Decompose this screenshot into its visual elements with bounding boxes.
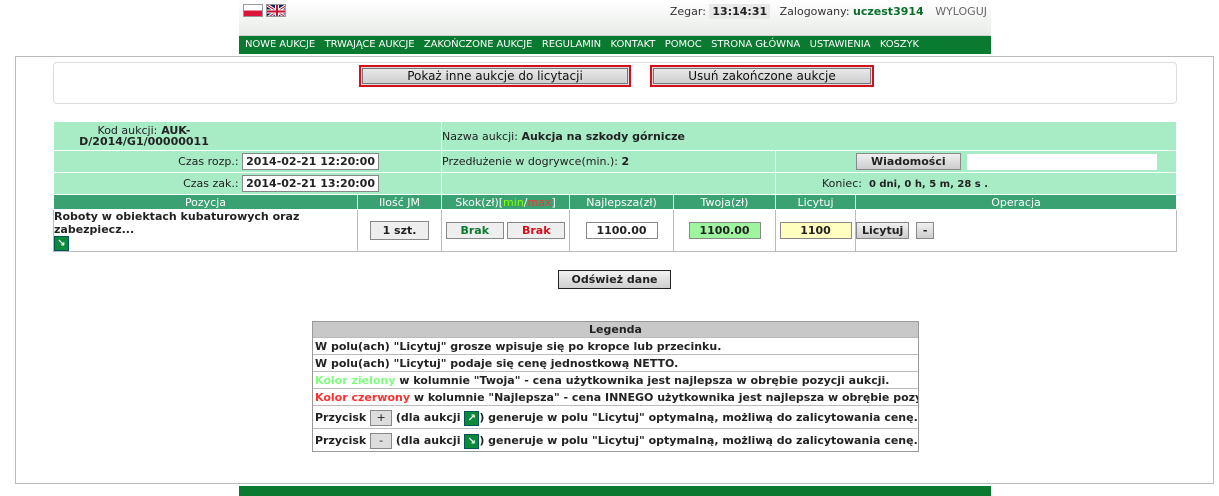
- remove-finished-button[interactable]: Usuń zakończone aukcje: [653, 68, 871, 84]
- legend-line-5: Przycisk + (dla aukcji ↗) generuje w pol…: [313, 405, 918, 428]
- legend-line-3-text: w kolumnie "Twoja" - cena użytkownika je…: [395, 374, 890, 387]
- messages-cell: Wiadomości: [775, 150, 1177, 173]
- empty-cell: [441, 172, 776, 195]
- messages-field[interactable]: [967, 154, 1158, 170]
- table-row: Roboty w obiektach kubaturowych oraz zab…: [53, 209, 1177, 252]
- col-step-end: ]: [551, 195, 556, 209]
- refresh-button[interactable]: Odśwież dane: [558, 270, 671, 289]
- bid-input[interactable]: 1100: [779, 222, 852, 239]
- col-position: Pozycja: [53, 194, 358, 210]
- nav-rules[interactable]: REGULAMIN: [542, 39, 601, 50]
- english-flag-icon[interactable]: [266, 4, 286, 17]
- legend-line-6: Przycisk - (dla aukcji ↘) generuje w pol…: [313, 428, 918, 451]
- step-max-value: Brak: [507, 222, 566, 239]
- yours-cell: 1100.00: [673, 209, 776, 252]
- top-header: Zegar: 13:14:31 Zalogowany: uczest3914 W…: [239, 0, 991, 36]
- legend-title: Legenda: [313, 322, 918, 337]
- extension-label: Przedłużenie w dogrywce(min.):: [442, 155, 618, 168]
- col-step-label: Skok(zł)[: [455, 195, 504, 209]
- legend-green-label: Kolor zielony: [315, 374, 396, 387]
- nav-home[interactable]: STRONA GŁÓWNA: [711, 39, 800, 50]
- nav-ongoing-auctions[interactable]: TRWAJĄCE AUKCJE: [325, 39, 415, 50]
- username: uczest3914: [853, 5, 924, 18]
- auction-code-cell: Kod aukcji: AUK-D/2014/G1/00000011: [53, 121, 442, 151]
- extension-cell: Przedłużenie w dogrywce(min.): 2: [441, 150, 776, 173]
- legend-line-3: Kolor zielony w kolumnie "Twoja" - cena …: [313, 371, 918, 388]
- position-name: Roboty w obiektach kubaturowych oraz zab…: [54, 210, 300, 236]
- legend-red-label: Kolor czerwony: [315, 391, 410, 404]
- expand-arrow-icon[interactable]: ↘: [54, 236, 69, 251]
- legend-button-label: Przycisk: [315, 411, 367, 424]
- nav-cart[interactable]: KOSZYK: [880, 39, 919, 50]
- remaining-label: Koniec:: [822, 177, 862, 190]
- collapse-arrow-icon: ↘: [464, 434, 480, 449]
- operation-cell: Licytuj -: [855, 209, 1177, 252]
- legend-line-4: Kolor czerwony w kolumnie "Najlepsza" - …: [313, 388, 918, 405]
- legend-button-label: Przycisk: [315, 434, 367, 447]
- end-time-field: 2014-02-21 13:20:00: [242, 175, 379, 192]
- col-yours: Twoja(zł): [673, 194, 776, 210]
- legend-line-2: W polu(ach) "Licytuj" podaje się cenę je…: [313, 354, 918, 371]
- logged-label: Zalogowany:: [779, 5, 850, 18]
- minus-button[interactable]: -: [915, 222, 935, 239]
- col-step-max: max: [527, 195, 552, 209]
- nav-help[interactable]: POMOC: [665, 39, 702, 50]
- col-step-min: min: [503, 195, 524, 209]
- legend-line-1: W polu(ach) "Licytuj" grosze wpisuje się…: [313, 337, 918, 354]
- auction-name-cell: Nazwa aukcji: Aukcja na szkody górnicze: [441, 121, 1177, 151]
- qty-value: 1 szt.: [369, 221, 430, 240]
- extension-value: 2: [621, 155, 630, 168]
- legend-line-4-text: w kolumnie "Najlepsza" - cena INNEGO uży…: [413, 391, 918, 404]
- nav-finished-auctions[interactable]: ZAKOŃCZONE AUKCJE: [424, 39, 533, 50]
- legend-for-auction: (dla aukcji: [395, 434, 461, 447]
- expand-arrow-icon: ↗: [464, 411, 480, 426]
- col-bid: Licytuj: [775, 194, 856, 210]
- best-cell: 1100.00: [569, 209, 674, 252]
- best-value: 1100.00: [585, 222, 658, 239]
- nav-settings[interactable]: USTAWIENIA: [810, 39, 871, 50]
- clock-label: Zegar:: [669, 5, 706, 18]
- remove-finished-frame: Usuń zakończone aukcje: [650, 65, 874, 87]
- nav-contact[interactable]: KONTAKT: [611, 39, 656, 50]
- step-cell: Brak Brak: [441, 209, 570, 252]
- col-step: Skok(zł)[min/max]: [441, 194, 570, 210]
- logout-link[interactable]: WYLOGUJ: [935, 5, 987, 18]
- messages-button[interactable]: Wiadomości: [856, 153, 961, 170]
- auction-table: Kod aukcji: AUK-D/2014/G1/00000011 Nazwa…: [53, 121, 1177, 252]
- auction-name-value: Aukcja na szkody górnicze: [521, 129, 685, 143]
- col-operation: Operacja: [855, 194, 1177, 210]
- nav-new-auctions[interactable]: NOWE AUKCJE: [245, 39, 315, 50]
- legend-line-6-text: ) generuje w polu "Licytuj" optymalną, m…: [479, 434, 918, 447]
- start-time-field: 2014-02-21 12:20:00: [242, 153, 379, 170]
- main-nav: NOWE AUKCJE TRWAJĄCE AUKCJE ZAKOŃCZONE A…: [239, 36, 991, 54]
- action-box: Pokaż inne aukcje do licytacji Usuń zako…: [53, 62, 1177, 104]
- show-other-auctions-frame: Pokaż inne aukcje do licytacji: [359, 65, 631, 87]
- polish-flag-icon[interactable]: [243, 4, 263, 17]
- legend-plus-button: +: [370, 410, 393, 426]
- main-panel: Pokaż inne aukcje do licytacji Usuń zako…: [15, 56, 1214, 484]
- end-time-label: Czas zak.:: [183, 177, 239, 190]
- footer-bar: [239, 486, 991, 496]
- qty-cell: 1 szt.: [357, 209, 442, 252]
- show-other-auctions-button[interactable]: Pokaż inne aukcje do licytacji: [362, 68, 628, 84]
- remaining-cell: Koniec: 0 dni, 0 h, 5 m, 28 s .: [775, 172, 1177, 195]
- yours-value: 1100.00: [688, 222, 761, 239]
- col-best: Najlepsza(zł): [569, 194, 674, 210]
- start-time-cell: Czas rozp.: 2014-02-21 12:20:00: [53, 150, 442, 173]
- step-min-value: Brak: [445, 222, 504, 239]
- position-cell: Roboty w obiektach kubaturowych oraz zab…: [53, 209, 358, 252]
- clock-value: 13:14:31: [709, 4, 771, 19]
- legend-line-5-text: ) generuje w polu "Licytuj" optymalną, m…: [479, 411, 918, 424]
- remaining-value: 0 dni, 0 h, 5 m, 28 s .: [868, 179, 988, 190]
- legend-for-auction: (dla aukcji: [395, 411, 461, 424]
- legend: Legenda W polu(ach) "Licytuj" grosze wpi…: [312, 321, 919, 452]
- col-qty: Ilość JM: [357, 194, 442, 210]
- legend-minus-button: -: [370, 433, 393, 449]
- start-time-label: Czas rozp.:: [178, 155, 239, 168]
- end-time-cell: Czas zak.: 2014-02-21 13:20:00: [53, 172, 442, 195]
- bid-cell: 1100: [775, 209, 856, 252]
- bid-button[interactable]: Licytuj: [856, 222, 910, 239]
- auction-name-label: Nazwa aukcji:: [442, 129, 518, 143]
- session-info: Zegar: 13:14:31 Zalogowany: uczest3914 W…: [669, 4, 987, 19]
